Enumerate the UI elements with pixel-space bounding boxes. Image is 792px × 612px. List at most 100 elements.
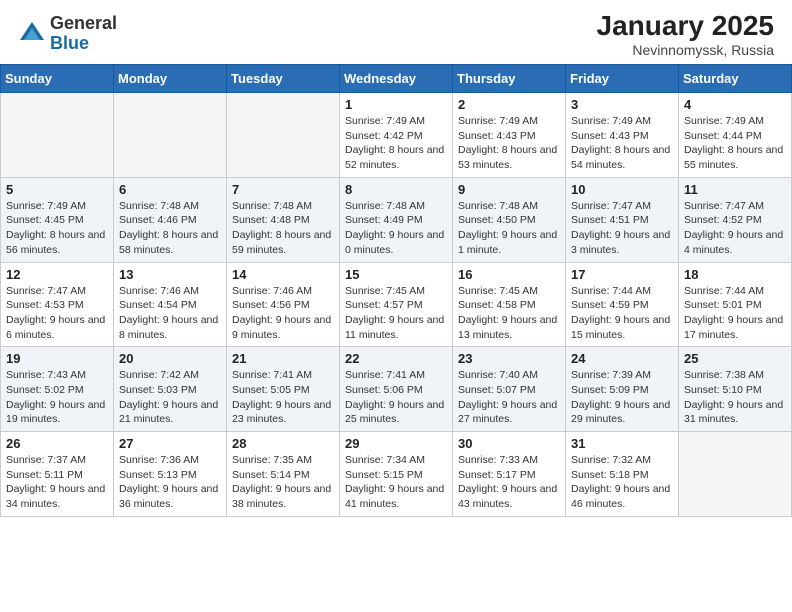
day-info: Sunrise: 7:42 AM Sunset: 5:03 PM Dayligh… [119, 368, 221, 427]
weekday-header-monday: Monday [114, 65, 227, 93]
day-number: 1 [345, 97, 447, 112]
day-info: Sunrise: 7:38 AM Sunset: 5:10 PM Dayligh… [684, 368, 786, 427]
calendar-cell: 27Sunrise: 7:36 AM Sunset: 5:13 PM Dayli… [114, 432, 227, 517]
day-number: 10 [571, 182, 673, 197]
title-block: January 2025 Nevinnomyssk, Russia [597, 10, 774, 58]
calendar-cell: 18 Sunrise: 7:44 AM Sunset: 5:01 PM Dayli… [679, 262, 792, 347]
day-number: 6 [119, 182, 221, 197]
calendar-cell: 23 Sunrise: 7:40 AM Sunset: 5:07 PM Dayli… [453, 347, 566, 432]
day-info: Sunrise: 7:35 AM Sunset: 5:14 PM Dayligh… [232, 453, 334, 512]
weekday-header-thursday: Thursday [453, 65, 566, 93]
day-info: Sunrise: 7:46 AM Sunset: 4:56 PM Dayligh… [232, 284, 334, 343]
calendar-table: SundayMondayTuesdayWednesdayThursdayFrid… [0, 64, 792, 517]
month-year-title: January 2025 [597, 10, 774, 42]
weekday-header-tuesday: Tuesday [227, 65, 340, 93]
day-number: 29 [345, 436, 447, 451]
day-number: 4 [684, 97, 786, 112]
day-info: Sunrise: 7:47 AM Sunset: 4:53 PM Dayligh… [6, 284, 108, 343]
day-number: 30 [458, 436, 560, 451]
calendar-cell: 3 Sunrise: 7:49 AM Sunset: 4:43 PM Daylig… [566, 93, 679, 178]
day-info: Sunrise: 7:49 AM Sunset: 4:45 PM Dayligh… [6, 199, 108, 258]
day-number: 16 [458, 267, 560, 282]
calendar-cell: 19 Sunrise: 7:43 AM Sunset: 5:02 PM Dayli… [1, 347, 114, 432]
day-info: Sunrise: 7:45 AM Sunset: 4:58 PM Dayligh… [458, 284, 560, 343]
day-info: Sunrise: 7:45 AM Sunset: 4:57 PM Dayligh… [345, 284, 447, 343]
calendar-cell: 15Sunrise: 7:45 AM Sunset: 4:57 PM Dayli… [340, 262, 453, 347]
weekday-header-saturday: Saturday [679, 65, 792, 93]
calendar-cell: 20Sunrise: 7:42 AM Sunset: 5:03 PM Dayli… [114, 347, 227, 432]
logo-text: General Blue [50, 14, 117, 54]
day-number: 7 [232, 182, 334, 197]
day-number: 2 [458, 97, 560, 112]
calendar-cell: 6 Sunrise: 7:48 AM Sunset: 4:46 PM Daylig… [114, 177, 227, 262]
calendar-cell: 25Sunrise: 7:38 AM Sunset: 5:10 PM Dayli… [679, 347, 792, 432]
calendar-cell: 10Sunrise: 7:47 AM Sunset: 4:51 PM Dayli… [566, 177, 679, 262]
calendar-cell: 4 Sunrise: 7:49 AM Sunset: 4:44 PM Daylig… [679, 93, 792, 178]
calendar-cell: 29 Sunrise: 7:34 AM Sunset: 5:15 PM Dayli… [340, 432, 453, 517]
calendar-cell [227, 93, 340, 178]
calendar-cell: 21 Sunrise: 7:41 AM Sunset: 5:05 PM Dayli… [227, 347, 340, 432]
day-number: 5 [6, 182, 108, 197]
day-info: Sunrise: 7:39 AM Sunset: 5:09 PM Dayligh… [571, 368, 673, 427]
day-number: 3 [571, 97, 673, 112]
day-info: Sunrise: 7:44 AM Sunset: 4:59 PM Dayligh… [571, 284, 673, 343]
weekday-header-row: SundayMondayTuesdayWednesdayThursdayFrid… [1, 65, 792, 93]
calendar-cell: 17 Sunrise: 7:44 AM Sunset: 4:59 PM Dayli… [566, 262, 679, 347]
day-number: 21 [232, 351, 334, 366]
day-info: Sunrise: 7:48 AM Sunset: 4:48 PM Dayligh… [232, 199, 334, 258]
day-number: 22 [345, 351, 447, 366]
calendar-cell: 24 Sunrise: 7:39 AM Sunset: 5:09 PM Dayli… [566, 347, 679, 432]
day-info: Sunrise: 7:41 AM Sunset: 5:06 PM Dayligh… [345, 368, 447, 427]
day-info: Sunrise: 7:49 AM Sunset: 4:43 PM Dayligh… [571, 114, 673, 173]
day-number: 11 [684, 182, 786, 197]
calendar-cell: 11 Sunrise: 7:47 AM Sunset: 4:52 PM Dayli… [679, 177, 792, 262]
calendar-cell: 12 Sunrise: 7:47 AM Sunset: 4:53 PM Dayli… [1, 262, 114, 347]
calendar-cell: 14 Sunrise: 7:46 AM Sunset: 4:56 PM Dayli… [227, 262, 340, 347]
day-info: Sunrise: 7:47 AM Sunset: 4:52 PM Dayligh… [684, 199, 786, 258]
day-info: Sunrise: 7:46 AM Sunset: 4:54 PM Dayligh… [119, 284, 221, 343]
day-number: 8 [345, 182, 447, 197]
calendar-cell: 30 Sunrise: 7:33 AM Sunset: 5:17 PM Dayli… [453, 432, 566, 517]
day-info: Sunrise: 7:40 AM Sunset: 5:07 PM Dayligh… [458, 368, 560, 427]
day-info: Sunrise: 7:33 AM Sunset: 5:17 PM Dayligh… [458, 453, 560, 512]
day-number: 23 [458, 351, 560, 366]
day-number: 17 [571, 267, 673, 282]
day-info: Sunrise: 7:48 AM Sunset: 4:46 PM Dayligh… [119, 199, 221, 258]
day-info: Sunrise: 7:43 AM Sunset: 5:02 PM Dayligh… [6, 368, 108, 427]
day-number: 31 [571, 436, 673, 451]
calendar-cell [114, 93, 227, 178]
day-info: Sunrise: 7:49 AM Sunset: 4:44 PM Dayligh… [684, 114, 786, 173]
calendar-cell: 8 Sunrise: 7:48 AM Sunset: 4:49 PM Daylig… [340, 177, 453, 262]
day-number: 19 [6, 351, 108, 366]
calendar-week-row: 1Sunrise: 7:49 AM Sunset: 4:42 PM Daylig… [1, 93, 792, 178]
calendar-cell: 9 Sunrise: 7:48 AM Sunset: 4:50 PM Daylig… [453, 177, 566, 262]
calendar-cell: 13 Sunrise: 7:46 AM Sunset: 4:54 PM Dayli… [114, 262, 227, 347]
page-header: General Blue January 2025 Nevinnomyssk, … [0, 0, 792, 64]
logo-blue-label: Blue [50, 34, 117, 54]
day-info: Sunrise: 7:44 AM Sunset: 5:01 PM Dayligh… [684, 284, 786, 343]
day-number: 12 [6, 267, 108, 282]
calendar-cell: 1Sunrise: 7:49 AM Sunset: 4:42 PM Daylig… [340, 93, 453, 178]
day-number: 9 [458, 182, 560, 197]
day-info: Sunrise: 7:48 AM Sunset: 4:49 PM Dayligh… [345, 199, 447, 258]
calendar-cell: 2 Sunrise: 7:49 AM Sunset: 4:43 PM Daylig… [453, 93, 566, 178]
logo-general-label: General [50, 14, 117, 34]
day-number: 13 [119, 267, 221, 282]
day-info: Sunrise: 7:37 AM Sunset: 5:11 PM Dayligh… [6, 453, 108, 512]
day-number: 28 [232, 436, 334, 451]
day-number: 26 [6, 436, 108, 451]
calendar-cell: 28 Sunrise: 7:35 AM Sunset: 5:14 PM Dayli… [227, 432, 340, 517]
calendar-cell: 5 Sunrise: 7:49 AM Sunset: 4:45 PM Daylig… [1, 177, 114, 262]
calendar-week-row: 12 Sunrise: 7:47 AM Sunset: 4:53 PM Dayli… [1, 262, 792, 347]
calendar-week-row: 5 Sunrise: 7:49 AM Sunset: 4:45 PM Daylig… [1, 177, 792, 262]
day-number: 24 [571, 351, 673, 366]
day-info: Sunrise: 7:34 AM Sunset: 5:15 PM Dayligh… [345, 453, 447, 512]
day-info: Sunrise: 7:48 AM Sunset: 4:50 PM Dayligh… [458, 199, 560, 258]
calendar-cell: 7 Sunrise: 7:48 AM Sunset: 4:48 PM Daylig… [227, 177, 340, 262]
day-info: Sunrise: 7:49 AM Sunset: 4:43 PM Dayligh… [458, 114, 560, 173]
day-info: Sunrise: 7:41 AM Sunset: 5:05 PM Dayligh… [232, 368, 334, 427]
day-number: 14 [232, 267, 334, 282]
calendar-cell: 16 Sunrise: 7:45 AM Sunset: 4:58 PM Dayli… [453, 262, 566, 347]
day-number: 18 [684, 267, 786, 282]
calendar-cell: 31Sunrise: 7:32 AM Sunset: 5:18 PM Dayli… [566, 432, 679, 517]
